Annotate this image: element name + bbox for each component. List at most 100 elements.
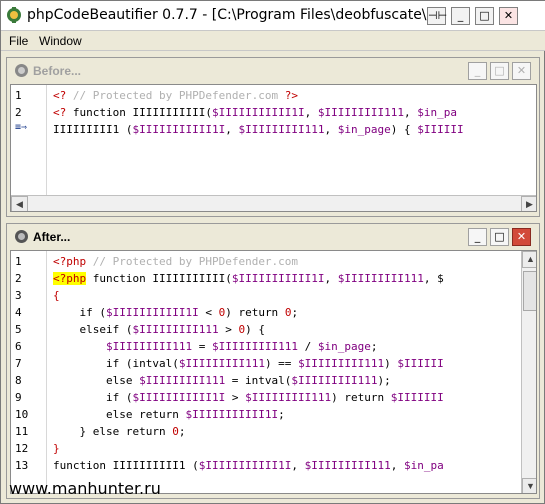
after-maximize-button[interactable]: □ — [490, 228, 509, 246]
code-token: ; — [291, 306, 299, 319]
line-number: 9 — [15, 391, 22, 404]
scroll-up-button[interactable]: ▲ — [522, 251, 536, 268]
code-token: <?php — [53, 272, 87, 285]
document-icon — [15, 230, 28, 243]
code-line[interactable]: $IIIIIIIII111 = $IIIIIIIII111 / $in_page… — [53, 338, 378, 355]
code-token: $IIIIIIIIIII1I — [211, 106, 305, 119]
line-number: 1 — [15, 255, 22, 268]
code-token: <?php — [53, 255, 93, 268]
after-title-bar[interactable]: After... _ □ ✕ — [7, 224, 539, 250]
main-window: phpCodeBeautifier 0.7.7 - [C:\Program Fi… — [0, 0, 545, 504]
code-token: if (intval( — [53, 357, 179, 370]
before-gutter: 1 2 ≡⇒ — [11, 85, 47, 211]
scroll-right-button[interactable]: ▶ — [521, 196, 536, 211]
code-token: > — [225, 391, 246, 404]
code-token: $IIIIIIIII111 — [238, 123, 325, 136]
scroll-thumb[interactable] — [523, 271, 536, 311]
pin-button[interactable]: ⊣⊢ — [427, 7, 447, 25]
code-line[interactable]: if (intval($IIIIIIIII111) == $IIIIIIIII1… — [53, 355, 444, 372]
code-line[interactable]: <? // Protected by PHPDefender.com ?> — [53, 87, 298, 104]
menu-bar: File Window — [1, 31, 545, 51]
code-line[interactable]: <?php function IIIIIIIIIII($IIIIIIIIIII1… — [53, 270, 444, 287]
window-title: phpCodeBeautifier 0.7.7 - [C:\Program Fi… — [27, 7, 427, 23]
scroll-down-button[interactable]: ▼ — [522, 478, 536, 493]
code-token: , — [324, 272, 338, 285]
before-title-bar[interactable]: Before... _ □ ✕ — [7, 58, 539, 84]
line-number: 13 — [15, 459, 29, 472]
line-number: 1 — [15, 89, 22, 102]
menu-file[interactable]: File — [9, 34, 28, 48]
code-token: $IIIIIII — [390, 391, 444, 404]
code-token: $IIIIIIIII111 — [337, 272, 424, 285]
code-token: $IIIIIIIII111 — [298, 357, 385, 370]
code-token: , — [304, 106, 318, 119]
maximize-button[interactable]: □ — [475, 7, 494, 25]
after-editor[interactable]: 1 2 3 4 5 6 7 8 9 10 11 12 13 <?php // Protected by … — [10, 250, 537, 494]
minimize-button[interactable]: _ — [451, 7, 470, 25]
code-line[interactable]: { — [53, 287, 60, 304]
before-minimize-button[interactable]: _ — [468, 62, 487, 80]
code-token: ; — [370, 340, 378, 353]
code-token: $IIIIIIIIIII1I — [132, 391, 226, 404]
code-token: ); — [377, 374, 391, 387]
before-maximize-button[interactable]: □ — [490, 62, 509, 80]
code-token: $IIIIII — [397, 357, 444, 370]
code-line[interactable]: function IIIIIIIIII1 ($IIIIIIIIIII1I, $I… — [53, 457, 444, 474]
line-number: 12 — [15, 442, 29, 455]
code-token: $IIIIIIIII111 — [317, 106, 405, 119]
after-vscrollbar[interactable]: ▲ ▼ — [521, 251, 536, 493]
code-token: ) return — [331, 391, 391, 404]
code-line[interactable]: } else return 0; — [53, 423, 185, 440]
code-token: / — [298, 340, 318, 353]
line-number: 6 — [15, 340, 22, 353]
code-token: function IIIIIIIIII1 ( — [53, 459, 199, 472]
code-token: = intval( — [225, 374, 292, 387]
code-token: ) return — [225, 306, 285, 319]
line-number: 2 — [15, 106, 22, 119]
code-line[interactable]: } — [53, 440, 60, 457]
after-minimize-button[interactable]: _ — [468, 228, 487, 246]
code-token: $IIIIIIIII111 — [211, 340, 299, 353]
after-gutter: 1 2 3 4 5 6 7 8 9 10 11 12 13 — [11, 251, 47, 493]
code-token: else — [53, 374, 140, 387]
before-hscrollbar[interactable]: ◀ ▶ — [11, 195, 536, 211]
code-line[interactable]: <? function IIIIIIIIIII($IIIIIIIIIII1I, … — [53, 104, 457, 121]
code-line[interactable]: if ($IIIIIIIIIII1I < 0) return 0; — [53, 304, 298, 321]
scroll-left-button[interactable]: ◀ — [11, 196, 28, 211]
code-token: // Protected by PHPDefender.com — [72, 89, 285, 102]
code-token: { — [53, 289, 60, 302]
code-token: < — [198, 306, 219, 319]
code-line[interactable]: else $IIIIIIIII111 = intval($IIIIIIIII11… — [53, 372, 391, 389]
line-number: 3 — [15, 289, 22, 302]
title-bar[interactable]: phpCodeBeautifier 0.7.7 - [C:\Program Fi… — [1, 1, 545, 31]
code-token: $in_pa — [404, 459, 444, 472]
after-close-button[interactable]: ✕ — [512, 228, 531, 246]
code-token: elseif ( — [53, 323, 133, 336]
line-number: 11 — [15, 425, 29, 438]
code-token: <? — [53, 106, 73, 119]
code-line[interactable]: if ($IIIIIIIIIII1I > $IIIIIIIII111) retu… — [53, 389, 444, 406]
code-token: // Protected by PHPDefender.com — [92, 255, 299, 268]
line-number: 7 — [15, 357, 22, 370]
menu-window[interactable]: Window — [39, 34, 82, 48]
code-token: , — [291, 459, 305, 472]
document-icon — [15, 64, 28, 77]
code-token: , — [225, 123, 239, 136]
code-token: if ( — [53, 306, 106, 319]
code-token: $in_page — [337, 123, 391, 136]
code-token: $IIIIIIIII111 — [178, 357, 265, 370]
code-line[interactable]: IIIIIIIII1 ($IIIIIIIIIII1I, $IIIIIIIII11… — [53, 121, 464, 138]
close-button[interactable]: ✕ — [499, 7, 518, 25]
code-token: if ( — [53, 391, 133, 404]
wrap-marker-icon: ≡⇒ — [15, 122, 28, 133]
code-token: ) { — [390, 123, 418, 136]
code-token: $IIIIIIIII111 — [53, 340, 193, 353]
line-number: 4 — [15, 306, 22, 319]
code-token: $IIIIIIIIIII1I — [231, 272, 325, 285]
before-close-button[interactable]: ✕ — [512, 62, 531, 80]
code-line[interactable]: <?php // Protected by PHPDefender.com — [53, 253, 298, 270]
code-line[interactable]: else return $IIIIIIIIIII1I; — [53, 406, 285, 423]
before-editor[interactable]: 1 2 ≡⇒ <? // Protected by PHPDefender.co… — [10, 84, 537, 212]
code-token: $IIIIIIIII111 — [245, 391, 332, 404]
code-line[interactable]: elseif ($IIIIIIIII111 > 0) { — [53, 321, 264, 338]
